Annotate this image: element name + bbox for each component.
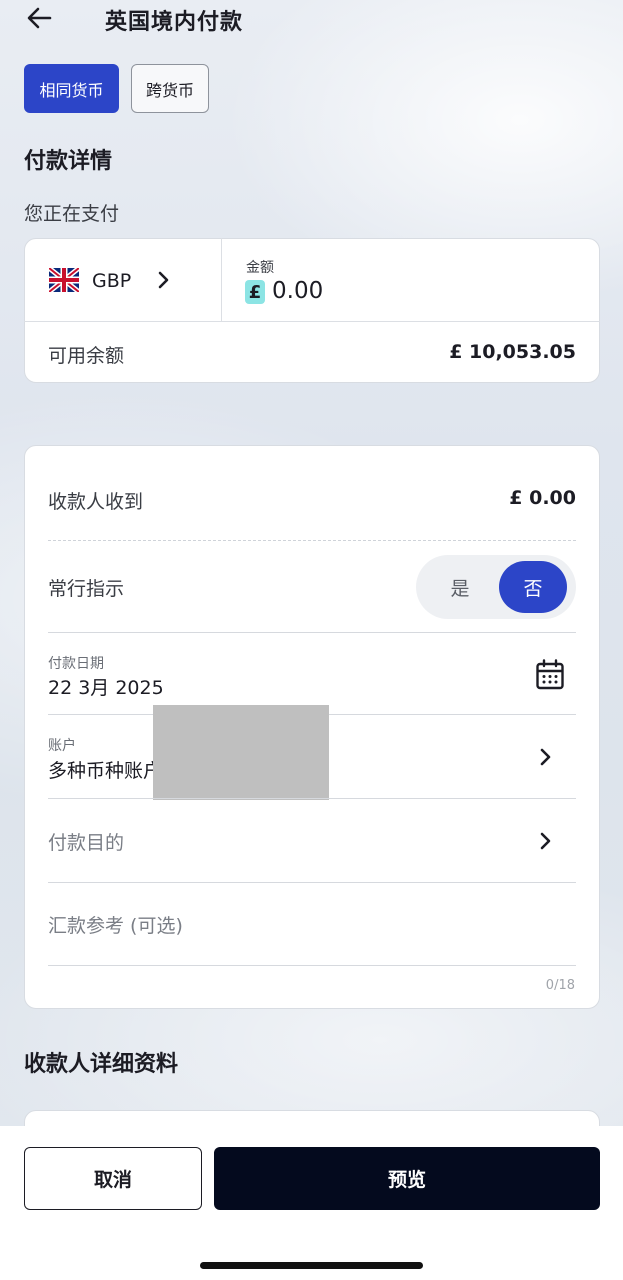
home-indicator bbox=[200, 1262, 423, 1269]
divider bbox=[48, 632, 576, 633]
chevron-right-icon[interactable] bbox=[535, 747, 555, 767]
reference-char-counter: 0/18 bbox=[545, 978, 575, 993]
dashed-divider bbox=[48, 540, 576, 541]
reference-input[interactable]: 汇款参考 (可选) bbox=[48, 911, 183, 938]
payment-date-value[interactable]: 22 3月 2025 bbox=[48, 673, 164, 700]
page-title: 英国境内付款 bbox=[105, 10, 244, 35]
chevron-right-icon[interactable] bbox=[535, 831, 555, 851]
divider bbox=[48, 798, 576, 799]
cancel-button[interactable]: 取消 bbox=[24, 1147, 202, 1210]
amount-label: 金额 bbox=[246, 260, 274, 276]
redaction-block bbox=[153, 705, 329, 800]
divider bbox=[221, 238, 222, 322]
recipient-receives-value: £ 0.00 bbox=[509, 487, 576, 509]
amount-input[interactable]: 0.00 bbox=[272, 278, 323, 304]
available-balance-value: £ 10,053.05 bbox=[449, 341, 576, 363]
payment-purpose-field[interactable]: 付款目的 bbox=[48, 828, 124, 855]
cross-currency-tab[interactable]: 跨货币 bbox=[131, 64, 209, 113]
recipient-receives-label: 收款人收到 bbox=[48, 491, 144, 513]
preview-button[interactable]: 预览 bbox=[214, 1147, 600, 1210]
chevron-right-icon[interactable] bbox=[153, 270, 173, 290]
available-balance-label: 可用余额 bbox=[48, 345, 125, 367]
standing-order-label: 常行指示 bbox=[48, 578, 125, 600]
account-value[interactable]: 多种币种账户 bbox=[48, 756, 162, 783]
payment-details-title: 付款详情 bbox=[24, 149, 113, 174]
currency-selector[interactable]: GBP bbox=[92, 270, 131, 292]
same-currency-tab[interactable]: 相同货币 bbox=[24, 64, 119, 113]
recipient-details-title: 收款人详细资料 bbox=[24, 1052, 179, 1077]
payment-date-label: 付款日期 bbox=[48, 656, 104, 672]
account-label: 账户 bbox=[48, 738, 76, 754]
paying-label: 您正在支付 bbox=[24, 203, 120, 225]
divider bbox=[48, 965, 576, 966]
toggle-no-option[interactable]: 否 bbox=[499, 561, 567, 613]
toggle-yes-option[interactable]: 是 bbox=[440, 574, 480, 601]
back-arrow-icon[interactable] bbox=[24, 2, 56, 34]
currency-symbol-badge: £ bbox=[245, 280, 265, 304]
divider bbox=[48, 882, 576, 883]
divider bbox=[24, 321, 600, 322]
uk-flag-icon bbox=[47, 266, 81, 294]
calendar-icon[interactable] bbox=[535, 659, 565, 691]
